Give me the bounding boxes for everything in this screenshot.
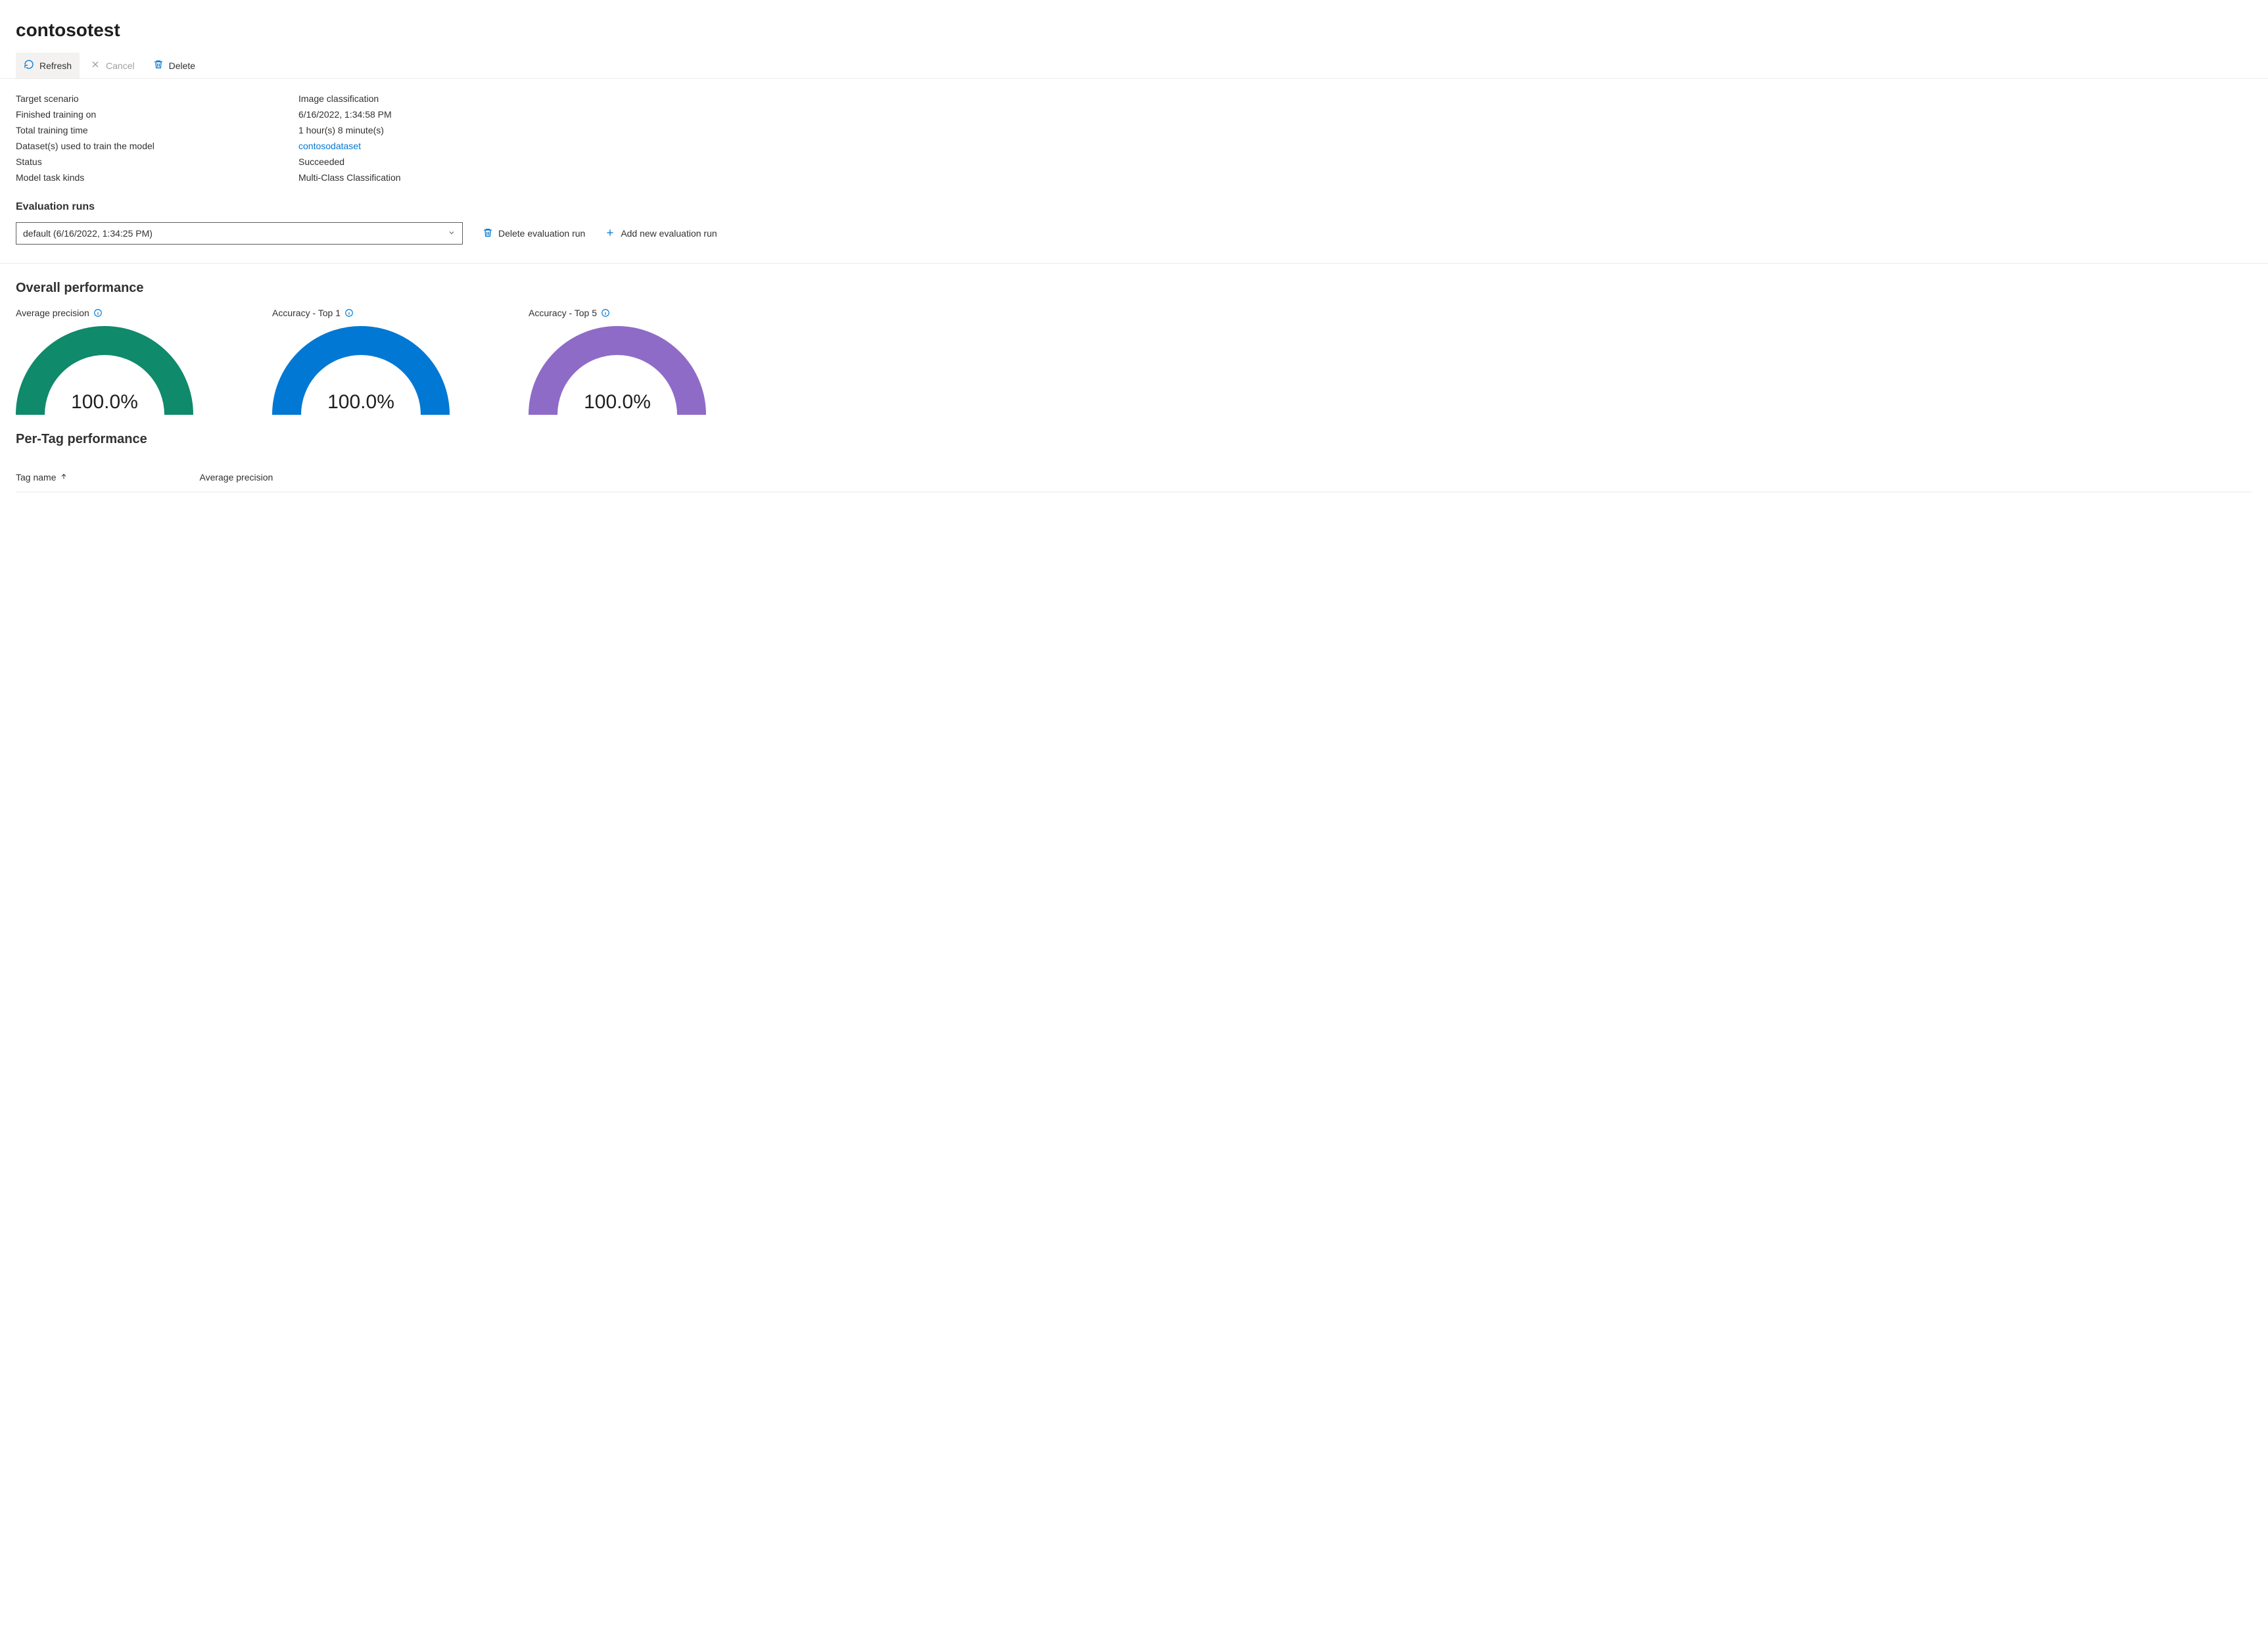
column-average-precision[interactable]: Average precision xyxy=(199,472,273,483)
gauge-average-precision: Average precision 100.0% xyxy=(16,308,193,415)
info-icon[interactable] xyxy=(344,308,354,318)
delete-evaluation-run-label: Delete evaluation run xyxy=(498,228,585,239)
chevron-down-icon xyxy=(448,228,456,239)
detail-value-datasets-link[interactable]: contosodataset xyxy=(298,141,2252,151)
evaluation-runs-heading: Evaluation runs xyxy=(16,201,2252,213)
gauge-chart: 100.0% xyxy=(529,326,706,415)
delete-button[interactable]: Delete xyxy=(145,53,203,78)
gauge-value: 100.0% xyxy=(16,391,193,413)
detail-value-target-scenario: Image classification xyxy=(298,93,2252,104)
toolbar: Refresh Cancel Delete xyxy=(0,53,2268,79)
gauge-label: Accuracy - Top 1 xyxy=(272,308,341,318)
detail-label-datasets: Dataset(s) used to train the model xyxy=(16,141,298,151)
cancel-button: Cancel xyxy=(82,53,143,78)
gauge-title: Accuracy - Top 1 xyxy=(272,308,450,318)
page-title: contosotest xyxy=(16,20,2252,41)
gauge-chart: 100.0% xyxy=(272,326,450,415)
info-icon[interactable] xyxy=(93,308,103,318)
delete-icon xyxy=(153,59,164,72)
details-grid: Target scenario Image classification Fin… xyxy=(16,93,2252,183)
detail-label-model-task: Model task kinds xyxy=(16,172,298,183)
refresh-button[interactable]: Refresh xyxy=(16,53,80,78)
overall-performance-heading: Overall performance xyxy=(16,281,2252,296)
gauge-accuracy-top5: Accuracy - Top 5 100.0% xyxy=(529,308,706,415)
divider xyxy=(0,263,2268,264)
cancel-icon xyxy=(90,59,101,72)
evaluation-run-select[interactable]: default (6/16/2022, 1:34:25 PM) xyxy=(16,222,463,245)
gauges-row: Average precision 100.0% Accuracy - Top … xyxy=(16,308,2252,415)
delete-label: Delete xyxy=(169,60,195,71)
refresh-label: Refresh xyxy=(39,60,72,71)
delete-icon xyxy=(483,227,493,240)
column-tag-name[interactable]: Tag name xyxy=(16,472,68,483)
gauge-label: Accuracy - Top 5 xyxy=(529,308,597,318)
evaluation-run-selected: default (6/16/2022, 1:34:25 PM) xyxy=(23,228,153,239)
gauge-accuracy-top1: Accuracy - Top 1 100.0% xyxy=(272,308,450,415)
detail-value-finished-training: 6/16/2022, 1:34:58 PM xyxy=(298,109,2252,120)
detail-label-status: Status xyxy=(16,156,298,167)
gauge-value: 100.0% xyxy=(272,391,450,413)
detail-value-model-task: Multi-Class Classification xyxy=(298,172,2252,183)
column-label: Average precision xyxy=(199,472,273,483)
plus-icon xyxy=(605,227,615,240)
delete-evaluation-run-button[interactable]: Delete evaluation run xyxy=(483,227,585,240)
info-icon[interactable] xyxy=(601,308,610,318)
gauge-title: Average precision xyxy=(16,308,193,318)
per-tag-table-header: Tag name Average precision xyxy=(16,460,2252,492)
detail-value-status: Succeeded xyxy=(298,156,2252,167)
add-evaluation-run-label: Add new evaluation run xyxy=(621,228,717,239)
evaluation-runs-row: default (6/16/2022, 1:34:25 PM) Delete e… xyxy=(16,222,2252,245)
gauge-title: Accuracy - Top 5 xyxy=(529,308,706,318)
add-evaluation-run-button[interactable]: Add new evaluation run xyxy=(605,227,717,240)
detail-label-total-time: Total training time xyxy=(16,125,298,135)
detail-label-target-scenario: Target scenario xyxy=(16,93,298,104)
gauge-chart: 100.0% xyxy=(16,326,193,415)
cancel-label: Cancel xyxy=(106,60,135,71)
per-tag-performance-heading: Per-Tag performance xyxy=(16,432,2252,447)
refresh-icon xyxy=(24,59,34,72)
gauge-label: Average precision xyxy=(16,308,89,318)
gauge-value: 100.0% xyxy=(529,391,706,413)
detail-label-finished-training: Finished training on xyxy=(16,109,298,120)
detail-value-total-time: 1 hour(s) 8 minute(s) xyxy=(298,125,2252,135)
sort-ascending-icon xyxy=(60,472,68,483)
column-label: Tag name xyxy=(16,472,56,483)
